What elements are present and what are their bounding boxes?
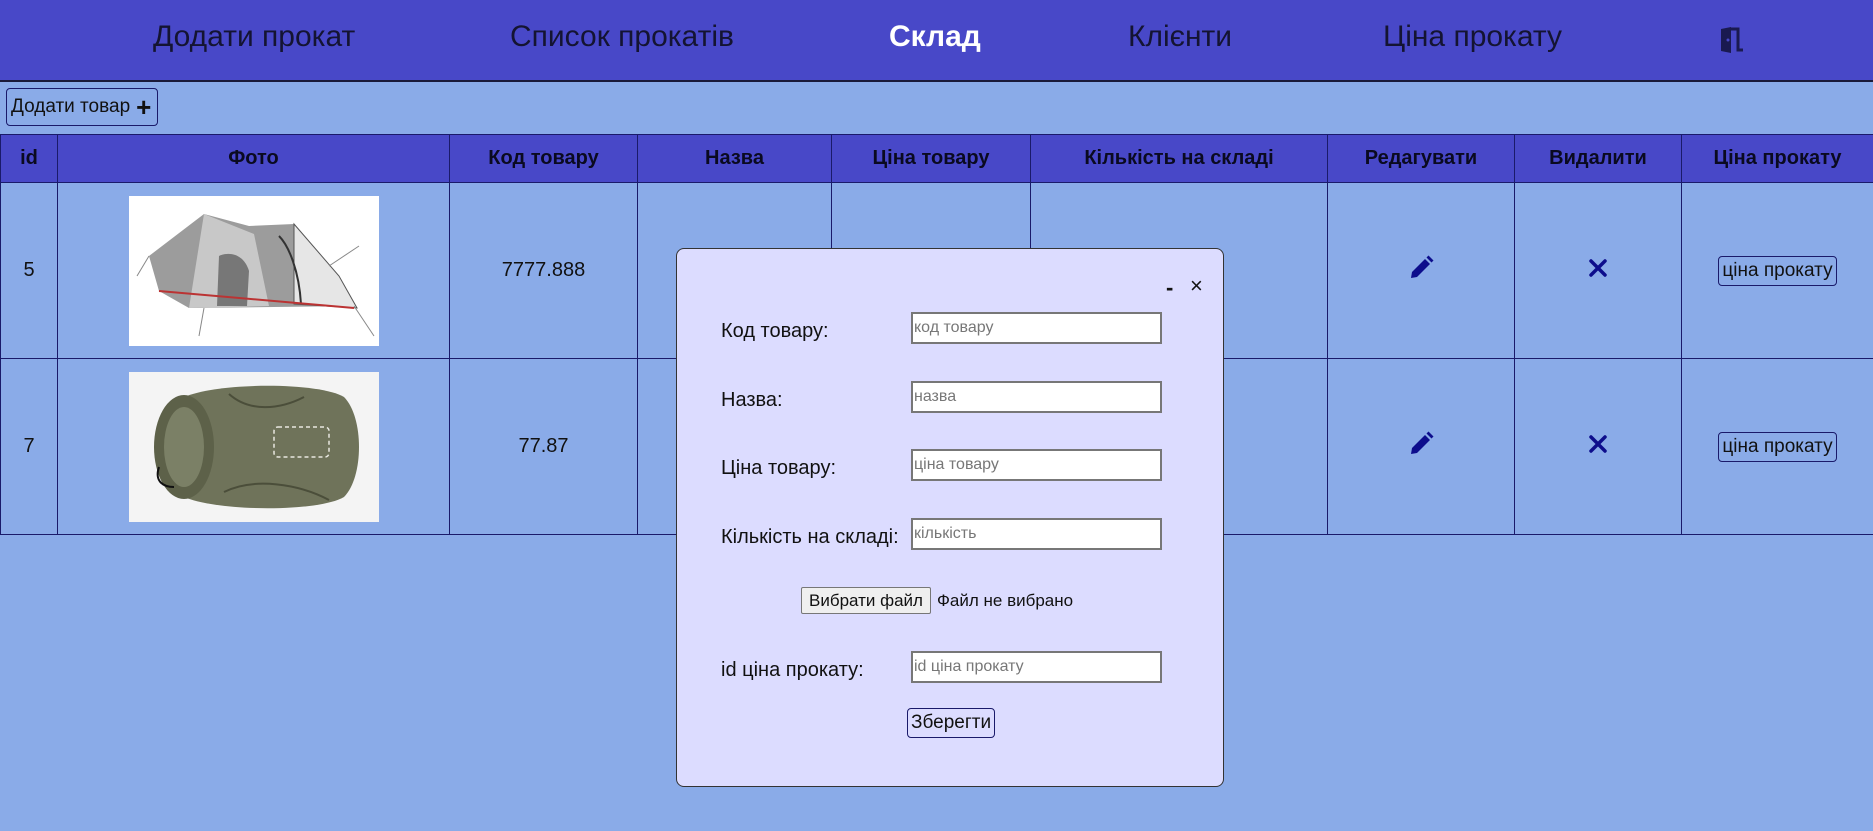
table-header-row: id Фото Код товару Назва Ціна товару Кіл… — [0, 134, 1873, 183]
column-header: Видалити — [1514, 134, 1682, 183]
column-header: id — [0, 134, 58, 183]
pencil-icon[interactable] — [1407, 430, 1435, 464]
cell-edit — [1327, 182, 1515, 359]
cell-code: 7777.888 — [449, 182, 638, 359]
rent-price-button[interactable]: ціна прокату — [1718, 255, 1837, 286]
cell-code: 77.87 — [449, 358, 638, 535]
rent-id-field-row: id ціна прокату: — [721, 651, 1162, 685]
nav-rental-list[interactable]: Список прокатів — [510, 20, 734, 54]
price-input[interactable] — [911, 449, 1162, 481]
minimize-button[interactable]: - — [1166, 275, 1173, 301]
cell-id: 5 — [0, 182, 58, 359]
cell-delete — [1514, 182, 1682, 359]
name-field-row: Назва: — [721, 381, 1162, 415]
price-label: Ціна товару: — [721, 457, 836, 479]
close-icon[interactable]: × — [1190, 275, 1203, 297]
pencil-icon[interactable] — [1407, 254, 1435, 288]
price-field-row: Ціна товару: — [721, 449, 1162, 483]
rent-price-button[interactable]: ціна прокату — [1718, 431, 1837, 462]
rent-id-input[interactable] — [911, 651, 1162, 683]
save-button[interactable]: Зберегти — [907, 708, 996, 738]
name-input[interactable] — [911, 381, 1162, 413]
name-label: Назва: — [721, 389, 783, 411]
close-icon[interactable] — [1588, 258, 1608, 284]
file-status: Файл не вибрано — [936, 590, 1074, 610]
cell-rent-price: ціна прокату — [1681, 182, 1873, 359]
code-field-row: Код товару: — [721, 312, 1162, 346]
close-icon[interactable] — [1588, 434, 1608, 460]
add-product-button[interactable]: Додати товар + — [6, 88, 159, 126]
add-product-label: Додати товар — [11, 96, 131, 117]
sleeping-bag-image — [128, 371, 379, 522]
column-header: Назва — [637, 134, 832, 183]
nav-warehouse[interactable]: Склад — [889, 20, 981, 54]
nav-rental-price[interactable]: Ціна прокату — [1383, 20, 1562, 54]
code-input[interactable] — [911, 312, 1162, 344]
quantity-field-row: Кількість на складі: — [721, 518, 1162, 552]
cell-delete — [1514, 358, 1682, 535]
quantity-label: Кількість на складі: — [721, 526, 899, 548]
file-picker: Вибрати файл Файл не вибрано — [801, 587, 1073, 614]
code-label: Код товару: — [721, 320, 829, 342]
cell-edit — [1327, 358, 1515, 535]
cell-photo — [57, 182, 450, 359]
quantity-input[interactable] — [911, 518, 1162, 550]
cell-rent-price: ціна прокату — [1681, 358, 1873, 535]
column-header: Кількість на складі — [1030, 134, 1328, 183]
add-product-modal: - × Код товару: Назва: Ціна товару: Кіль… — [676, 248, 1224, 787]
cell-id: 7 — [0, 358, 58, 535]
column-header: Редагувати — [1327, 134, 1515, 183]
column-header: Ціна товару — [831, 134, 1031, 183]
tent-image — [128, 195, 379, 346]
column-header: Код товару — [449, 134, 638, 183]
plus-icon: + — [136, 92, 152, 122]
rent-id-label: id ціна прокату: — [721, 659, 864, 681]
nav-add-rental[interactable]: Додати прокат — [153, 20, 355, 54]
top-navigation: Додати прокат Список прокатів Склад Кліє… — [0, 0, 1873, 82]
nav-clients[interactable]: Клієнти — [1128, 20, 1232, 54]
door-exit-icon[interactable] — [1716, 26, 1746, 54]
column-header: Ціна прокату — [1681, 134, 1873, 183]
choose-file-button[interactable]: Вибрати файл — [801, 587, 931, 614]
column-header: Фото — [57, 134, 450, 183]
cell-photo — [57, 358, 450, 535]
